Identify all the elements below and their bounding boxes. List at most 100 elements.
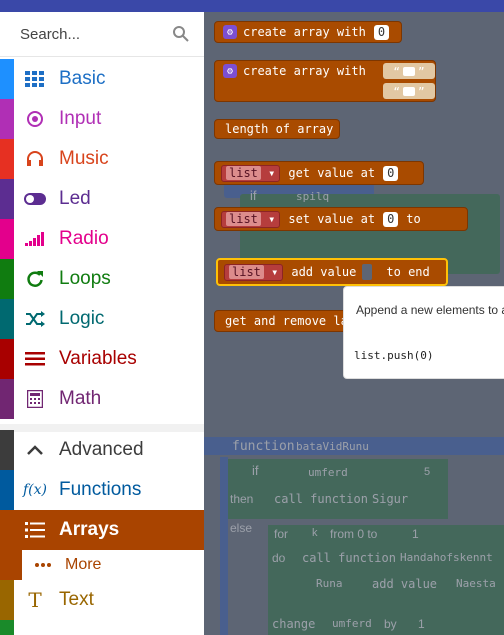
category-advanced[interactable]: Advanced [0, 430, 204, 470]
close-quote: ” [418, 84, 425, 98]
bg-fn-name: bataVidRunu [296, 440, 369, 453]
list-lines-icon [24, 349, 46, 369]
category-led[interactable]: Led [0, 179, 204, 219]
category-label: Variables [59, 348, 137, 369]
variable-dropdown[interactable]: list ▾ [224, 263, 284, 281]
bg-umferd: umferd [308, 466, 348, 479]
category-math[interactable]: Math [0, 379, 204, 419]
block-set-value-at[interactable]: list ▾ set value at 0 to [214, 207, 468, 231]
number-input[interactable]: 0 [373, 24, 390, 40]
bg-add-value: add value [372, 577, 438, 591]
number-input[interactable]: 0 [383, 165, 399, 181]
bg-from: from 0 to [330, 527, 378, 541]
category-radio[interactable]: Radio [0, 219, 204, 259]
block-label: create array with [243, 64, 366, 78]
radio-target-icon [24, 109, 46, 129]
category-label: Music [59, 148, 109, 169]
block-create-array-text[interactable]: ⚙ create array with “” “” [214, 60, 436, 102]
fx-icon: f(x) [23, 482, 48, 498]
bg-function: function [232, 439, 295, 454]
headphones-icon [24, 149, 46, 169]
block-get-and-remove-last[interactable]: get and remove la [214, 310, 364, 332]
bg-call-2: call function [302, 551, 396, 565]
calculator-icon [24, 389, 46, 409]
variable-dropdown[interactable]: list ▾ [221, 164, 281, 182]
grid-icon [24, 69, 46, 89]
block-tooltip: Append a new elements to a list.push(0) [343, 286, 504, 379]
toggle-icon [24, 189, 46, 209]
category-partial[interactable] [0, 620, 204, 635]
category-label: Basic [59, 68, 106, 89]
open-quote: “ [393, 64, 400, 78]
category-arrays[interactable]: Arrays [0, 510, 204, 550]
bg-var: spilq [296, 190, 330, 203]
dots-icon [32, 555, 54, 575]
category-label: Input [59, 108, 102, 129]
bg-for: for [274, 527, 289, 541]
block-create-array-number[interactable]: ⚙ create array with 0 [214, 21, 402, 43]
bg-change: change [272, 617, 316, 631]
category-basic[interactable]: Basic [0, 59, 204, 99]
category-text[interactable]: T Text [0, 580, 204, 620]
category-functions[interactable]: f(x) Functions [0, 470, 204, 510]
empty-value-socket[interactable] [362, 264, 373, 280]
block-label: to end [386, 265, 430, 279]
bg-num5: 5 [424, 466, 431, 478]
category-arrays-more[interactable]: More [0, 550, 204, 580]
category-label: Advanced [59, 439, 144, 460]
category-label: Math [59, 388, 102, 409]
bg-umferd-2: umferd [332, 617, 372, 630]
open-quote: “ [393, 84, 400, 98]
list-icon [24, 520, 46, 540]
category-label: Functions [59, 479, 142, 500]
block-length-of-array[interactable]: length of array [214, 119, 340, 139]
close-quote: ” [418, 64, 425, 78]
category-label: Logic [59, 308, 105, 329]
category-input[interactable]: Input [0, 99, 204, 139]
text-input[interactable]: “” [383, 63, 435, 79]
search-icon[interactable] [172, 25, 190, 43]
signal-bars-icon [24, 229, 46, 249]
number-input[interactable]: 0 [383, 211, 399, 227]
chevron-up-icon [24, 440, 46, 460]
category-label: Loops [59, 268, 111, 289]
category-loops[interactable]: Loops [0, 259, 204, 299]
block-get-value-at[interactable]: list ▾ get value at 0 [214, 161, 424, 185]
block-label: to [406, 212, 421, 226]
shuffle-icon [24, 309, 46, 329]
tooltip-description: Append a new elements to a [356, 303, 504, 317]
category-label: Radio [59, 228, 109, 249]
category-label: Led [59, 188, 91, 209]
gear-icon[interactable]: ⚙ [223, 64, 237, 78]
bg-sigur: Sigur [372, 492, 409, 506]
bg-do: do [272, 551, 286, 565]
block-label: get and remove la [225, 314, 348, 328]
bg-k: k [312, 527, 318, 539]
category-logic[interactable]: Logic [0, 299, 204, 339]
bg-by: by [384, 617, 397, 631]
toolbox: Search... Basic Input Music Led Radio Lo… [0, 12, 204, 635]
category-variables[interactable]: Variables [0, 339, 204, 379]
gear-icon[interactable]: ⚙ [223, 25, 237, 39]
text-input[interactable]: “” [383, 83, 435, 99]
bg-runa: Runa [316, 577, 343, 590]
category-label: Arrays [59, 519, 120, 540]
block-add-value-to-end[interactable]: list ▾ add value to end [216, 258, 448, 286]
category-label: More [65, 556, 102, 573]
search-input[interactable]: Search... [20, 26, 80, 43]
variable-dropdown[interactable]: list ▾ [221, 210, 281, 228]
bg-num1: 1 [412, 527, 419, 541]
bg-else: else [230, 521, 253, 535]
text-icon: T [28, 588, 42, 612]
block-label: create array with [243, 25, 366, 39]
toolbox-search[interactable]: Search... [0, 12, 204, 57]
tooltip-code: list.push(0) [354, 349, 434, 362]
bg-handa: Handahofskennt [400, 551, 493, 564]
bg-num1b: 1 [418, 617, 425, 631]
category-music[interactable]: Music [0, 139, 204, 179]
bg-naesta: Naesta [456, 577, 496, 590]
block-label: set value at [288, 212, 376, 226]
background-function-block: function bataVidRunu if umferd 5 then ca… [204, 437, 504, 635]
bg-if: if [250, 188, 257, 203]
bg-if-2: if [252, 463, 259, 478]
